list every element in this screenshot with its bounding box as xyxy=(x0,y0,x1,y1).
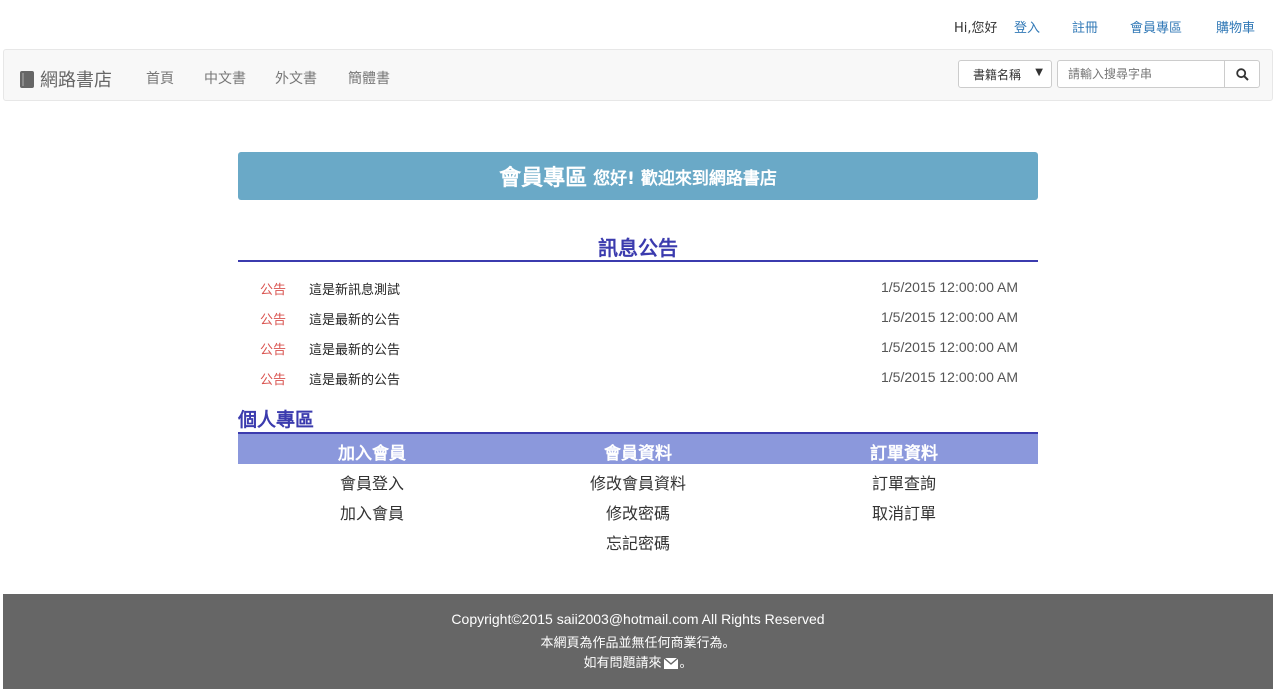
footer: Copyright©2015 saii2003@hotmail.com All … xyxy=(3,594,1273,689)
news-item[interactable]: 公告 這是最新的公告 1/5/2015 12:00:00 AM xyxy=(238,369,1038,399)
cancel-order-link[interactable]: 取消訂單 xyxy=(770,500,1038,524)
news-text[interactable]: 這是最新的公告 xyxy=(309,339,400,358)
news-divider xyxy=(238,260,1038,262)
order-query-link[interactable]: 訂單查詢 xyxy=(770,470,1038,494)
news-date: 1/5/2015 12:00:00 AM xyxy=(881,279,1018,295)
column-header-member-info: 會員資料 xyxy=(604,444,672,464)
caret-down-icon: ▼ xyxy=(1035,67,1043,78)
news-text[interactable]: 這是新訊息測試 xyxy=(309,279,400,298)
news-tag: 公告 xyxy=(260,373,287,388)
column-header-join: 加入會員 xyxy=(338,444,406,464)
news-date: 1/5/2015 12:00:00 AM xyxy=(881,339,1018,355)
change-password-link[interactable]: 修改密碼 xyxy=(504,500,772,524)
personal-area-title: 個人專區 xyxy=(238,409,315,431)
register-link[interactable]: 註冊 xyxy=(1072,17,1098,36)
footer-contact: 如有問題請來 。 xyxy=(3,652,1273,671)
book-icon xyxy=(20,70,34,88)
contact-prefix: 如有問題請來 xyxy=(583,656,662,671)
search-category-value: 書籍名稱 xyxy=(973,68,1022,82)
member-banner: 會員專區 您好! 歡迎來到網路書店 xyxy=(238,152,1038,200)
nav-foreign-books[interactable]: 外文書 xyxy=(275,68,317,88)
contact-suffix: 。 xyxy=(679,656,693,671)
edit-profile-link[interactable]: 修改會員資料 xyxy=(504,470,772,494)
forgot-password-link[interactable]: 忘記密碼 xyxy=(504,530,772,554)
brand-logo[interactable]: 網路書店 xyxy=(20,66,112,92)
news-tag: 公告 xyxy=(260,343,287,358)
member-login-link[interactable]: 會員登入 xyxy=(238,470,506,494)
search-category-select[interactable]: 書籍名稱 ▼ xyxy=(958,60,1052,88)
footer-notice: 本網頁為作品並無任何商業行為。 xyxy=(540,636,736,651)
search-icon xyxy=(1235,67,1249,81)
news-title: 訊息公告 xyxy=(598,236,678,260)
column-header-orders: 訂單資料 xyxy=(870,444,938,464)
news-tag: 公告 xyxy=(260,313,287,328)
news-item[interactable]: 公告 這是最新的公告 1/5/2015 12:00:00 AM xyxy=(238,309,1038,339)
greeting-text: Hi,您好 xyxy=(954,21,998,36)
login-link[interactable]: 登入 xyxy=(1014,17,1040,36)
news-text[interactable]: 這是最新的公告 xyxy=(309,369,400,388)
search-button[interactable] xyxy=(1224,60,1260,88)
news-tag: 公告 xyxy=(260,283,287,298)
news-text[interactable]: 這是最新的公告 xyxy=(309,309,400,328)
member-area-link[interactable]: 會員專區 xyxy=(1130,17,1182,36)
join-member-link[interactable]: 加入會員 xyxy=(238,500,506,524)
banner-title: 會員專區 xyxy=(499,166,588,191)
nav-home[interactable]: 首頁 xyxy=(146,68,174,88)
news-date: 1/5/2015 12:00:00 AM xyxy=(881,369,1018,385)
brand-name: 網路書店 xyxy=(40,70,112,91)
shopping-cart-link[interactable]: 購物車 xyxy=(1216,17,1255,36)
main-navbar: 網路書店 首頁 中文書 外文書 簡體書 書籍名稱 ▼ xyxy=(3,49,1273,101)
search-input[interactable] xyxy=(1057,60,1225,88)
news-item[interactable]: 公告 這是新訊息測試 1/5/2015 12:00:00 AM xyxy=(238,279,1038,309)
nav-simplified-books[interactable]: 簡體書 xyxy=(348,68,390,88)
copyright-text: Copyright©2015 saii2003@hotmail.com All … xyxy=(451,611,825,627)
banner-subtitle: 您好! 歡迎來到網路書店 xyxy=(593,168,777,189)
personal-grid-header: 加入會員 會員資料 訂單資料 xyxy=(238,432,1038,464)
top-bar: Hi,您好 登入 註冊 會員專區 購物車 xyxy=(0,0,1277,49)
news-date: 1/5/2015 12:00:00 AM xyxy=(881,309,1018,325)
mail-icon[interactable] xyxy=(663,658,678,669)
nav-chinese-books[interactable]: 中文書 xyxy=(204,68,246,88)
news-item[interactable]: 公告 這是最新的公告 1/5/2015 12:00:00 AM xyxy=(238,339,1038,369)
